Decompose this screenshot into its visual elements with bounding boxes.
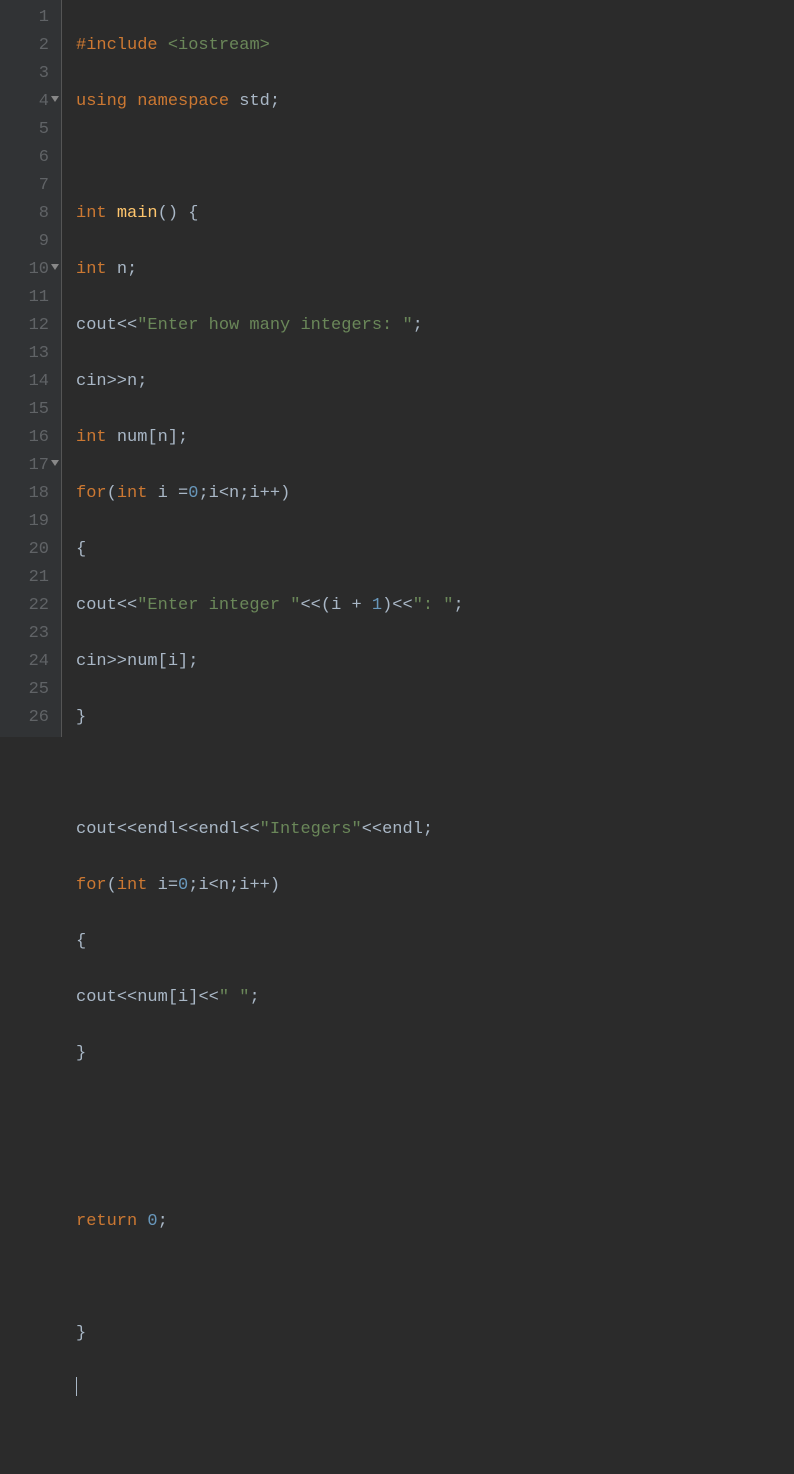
code-line-2[interactable]: using namespace std; (76, 88, 794, 116)
line-number[interactable]: 26 (8, 704, 49, 732)
line-number[interactable]: 8 (8, 200, 49, 228)
line-number[interactable]: 18 (8, 480, 49, 508)
code-line-15[interactable]: cout<<endl<<endl<<"Integers"<<endl; (76, 816, 794, 844)
code-line-22[interactable]: return 0; (76, 1208, 794, 1236)
line-number[interactable]: 11 (8, 284, 49, 312)
line-number[interactable]: 3 (8, 60, 49, 88)
fold-marker-icon[interactable] (51, 96, 59, 102)
code-line-5[interactable]: int n; (76, 256, 794, 284)
code-editor[interactable]: #include <iostream> using namespace std;… (62, 0, 794, 737)
code-line-10[interactable]: { (76, 536, 794, 564)
line-number[interactable]: 7 (8, 172, 49, 200)
line-number[interactable]: 5 (8, 116, 49, 144)
line-number[interactable]: 12 (8, 312, 49, 340)
code-line-16[interactable]: for(int i=0;i<n;i++) (76, 872, 794, 900)
fold-marker-icon[interactable] (51, 460, 59, 466)
line-number[interactable]: 23 (8, 620, 49, 648)
line-number[interactable]: 17 (8, 452, 49, 480)
line-number[interactable]: 14 (8, 368, 49, 396)
line-number[interactable]: 15 (8, 396, 49, 424)
code-line-9[interactable]: for(int i =0;i<n;i++) (76, 480, 794, 508)
code-line-24[interactable]: } (76, 1320, 794, 1348)
line-number[interactable]: 16 (8, 424, 49, 452)
line-number[interactable]: 25 (8, 676, 49, 704)
code-line-21[interactable] (76, 1152, 794, 1180)
code-line-7[interactable]: cin>>n; (76, 368, 794, 396)
line-number[interactable]: 6 (8, 144, 49, 172)
code-line-11[interactable]: cout<<"Enter integer "<<(i + 1)<<": "; (76, 592, 794, 620)
code-line-8[interactable]: int num[n]; (76, 424, 794, 452)
code-line-19[interactable]: } (76, 1040, 794, 1068)
line-number[interactable]: 24 (8, 648, 49, 676)
code-line-13[interactable]: } (76, 704, 794, 732)
code-line-17[interactable]: { (76, 928, 794, 956)
line-number[interactable]: 20 (8, 536, 49, 564)
code-line-25[interactable] (76, 1376, 794, 1404)
line-number[interactable]: 19 (8, 508, 49, 536)
line-number[interactable]: 2 (8, 32, 49, 60)
line-number[interactable]: 9 (8, 228, 49, 256)
code-line-23[interactable] (76, 1264, 794, 1292)
code-line-6[interactable]: cout<<"Enter how many integers: "; (76, 312, 794, 340)
line-number[interactable]: 4 (8, 88, 49, 116)
line-number[interactable]: 22 (8, 592, 49, 620)
line-gutter: 1 2 3 4 5 6 7 8 9 10 11 12 13 14 15 16 1… (0, 0, 62, 737)
text-cursor (76, 1377, 77, 1396)
code-line-3[interactable] (76, 144, 794, 172)
line-number[interactable]: 13 (8, 340, 49, 368)
code-line-18[interactable]: cout<<num[i]<<" "; (76, 984, 794, 1012)
code-line-14[interactable] (76, 760, 794, 788)
line-number[interactable]: 21 (8, 564, 49, 592)
code-line-12[interactable]: cin>>num[i]; (76, 648, 794, 676)
code-line-1[interactable]: #include <iostream> (76, 32, 794, 60)
code-line-26[interactable] (76, 1432, 794, 1460)
fold-marker-icon[interactable] (51, 264, 59, 270)
line-number[interactable]: 1 (8, 4, 49, 32)
code-line-4[interactable]: int main() { (76, 200, 794, 228)
code-line-20[interactable] (76, 1096, 794, 1124)
line-number[interactable]: 10 (8, 256, 49, 284)
